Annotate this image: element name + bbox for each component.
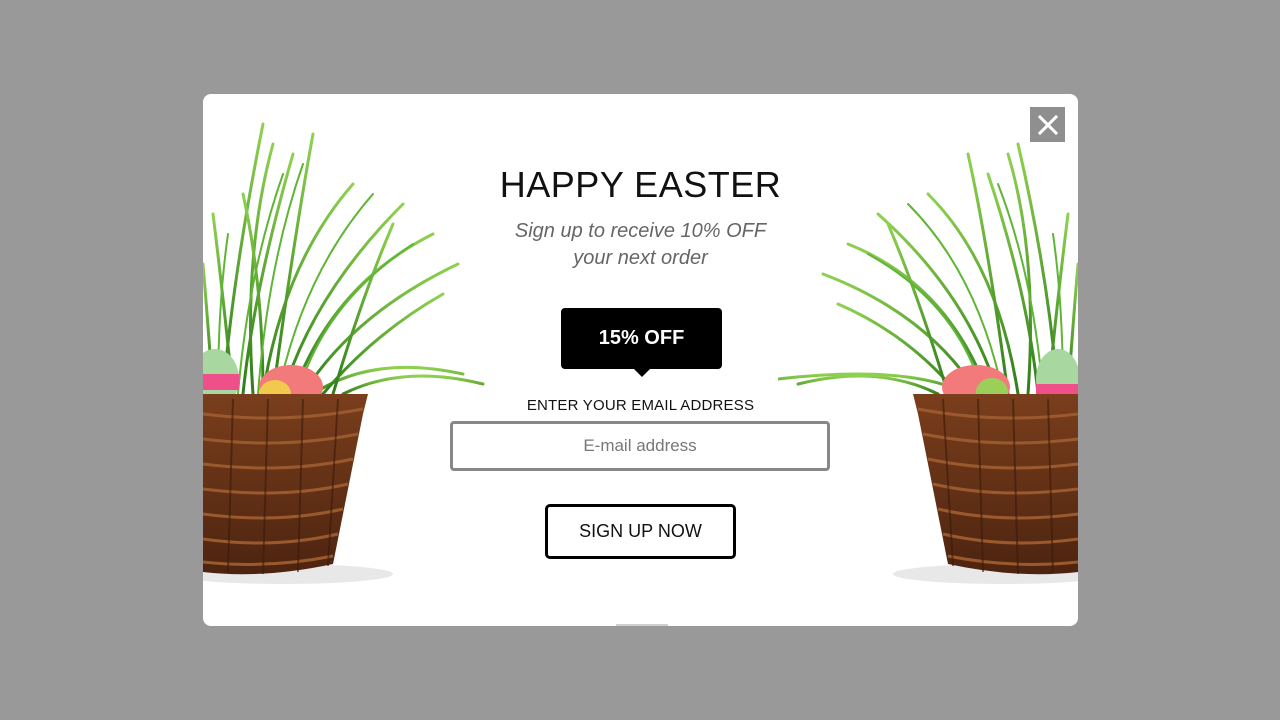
popup-content: HAPPY EASTER Sign up to receive 10% OFF … bbox=[203, 94, 1078, 626]
badge-pointer bbox=[634, 369, 650, 377]
subtitle-line-2: your next order bbox=[573, 247, 708, 269]
sign-up-button[interactable]: SIGN UP NOW bbox=[545, 504, 736, 559]
email-input[interactable] bbox=[450, 421, 830, 471]
popup-title: HAPPY EASTER bbox=[499, 164, 782, 205]
close-icon bbox=[1037, 114, 1058, 135]
subtitle-line-1: Sign up to receive 10% OFF bbox=[514, 220, 767, 242]
bottom-handle bbox=[616, 624, 668, 626]
easter-signup-modal: HAPPY EASTER Sign up to receive 10% OFF … bbox=[203, 94, 1078, 626]
discount-badge: 15% OFF bbox=[561, 308, 722, 369]
popup-subtitle: Sign up to receive 10% OFF your next ord… bbox=[203, 218, 1078, 272]
close-button[interactable] bbox=[1030, 107, 1065, 142]
email-label: ENTER YOUR EMAIL ADDRESS bbox=[526, 397, 755, 414]
